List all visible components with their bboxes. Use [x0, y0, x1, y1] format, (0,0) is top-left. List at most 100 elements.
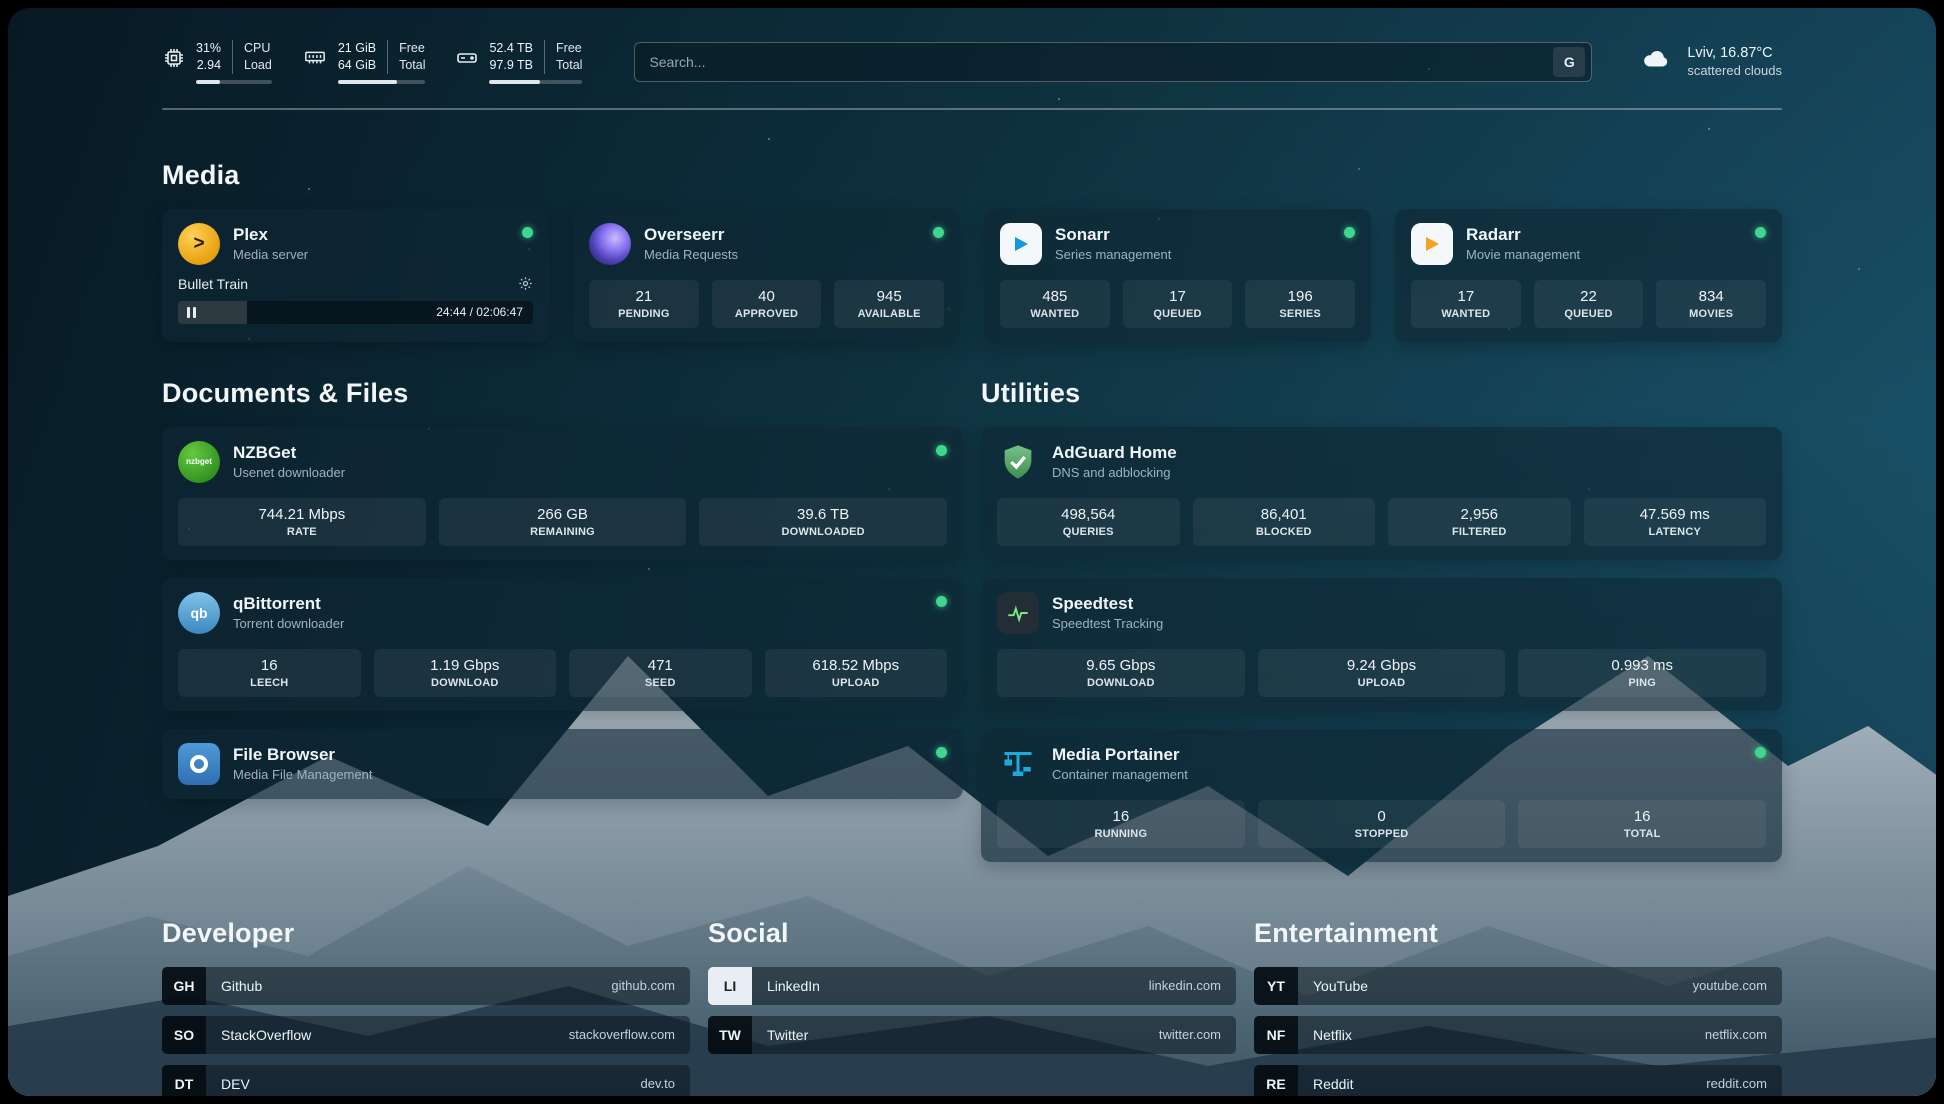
status-online-dot [936, 747, 947, 758]
stat-label: DOWNLOAD [378, 677, 553, 689]
ram-total-label: Total [399, 57, 425, 74]
stat-label: SEED [573, 677, 748, 689]
stat-upload: 9.24 Gbps UPLOAD [1258, 649, 1506, 697]
stat-value: 266 GB [443, 506, 683, 523]
bookmark-linkedin[interactable]: LI LinkedIn linkedin.com [708, 967, 1236, 1005]
stat-label: WANTED [1004, 308, 1106, 320]
app-name: qBittorrent [233, 594, 344, 614]
status-online-dot [522, 227, 533, 238]
stat-wanted: 485 WANTED [1000, 280, 1110, 328]
linkedin-badge: LI [708, 967, 752, 1005]
memory-icon [302, 46, 328, 73]
app-subtitle: Usenet downloader [233, 465, 345, 480]
section-utilities: Utilities [981, 378, 1782, 862]
section-media: Media Plex Media server Bullet Train [162, 160, 1782, 342]
stat-label: STOPPED [1262, 828, 1502, 840]
stat-label: APPROVED [716, 308, 818, 320]
app-subtitle: Media server [233, 247, 308, 262]
playback-progress-bar[interactable]: 24:44 / 02:06:47 [178, 301, 533, 324]
filebrowser-icon [178, 743, 220, 785]
pause-icon[interactable] [187, 307, 196, 318]
stat-upload: 618.52 Mbps UPLOAD [765, 649, 948, 697]
app-name: AdGuard Home [1052, 443, 1177, 463]
bookmark-dev[interactable]: DT DEV dev.to [162, 1065, 690, 1096]
search-input[interactable] [649, 54, 1553, 70]
bookmark-youtube[interactable]: YT YouTube youtube.com [1254, 967, 1782, 1005]
speedtest-icon [997, 592, 1039, 634]
filebrowser-card[interactable]: File Browser Media File Management [162, 729, 963, 799]
nzbget-icon [178, 441, 220, 483]
dashboard: 31% 2.94 CPU Load [8, 8, 1936, 1096]
stat-label: LATENCY [1588, 526, 1763, 538]
now-playing-title: Bullet Train [178, 276, 248, 292]
disk-total-label: Total [556, 57, 582, 74]
bookmark-url: youtube.com [1693, 978, 1767, 993]
app-subtitle: DNS and adblocking [1052, 465, 1177, 480]
stat-label: RUNNING [1001, 828, 1241, 840]
stat-rate: 744.21 Mbps RATE [178, 498, 426, 546]
status-online-dot [1755, 747, 1766, 758]
cpu-widget: 31% 2.94 CPU Load [162, 40, 272, 84]
search-engine-button[interactable]: G [1553, 47, 1585, 77]
bookmark-name: StackOverflow [221, 1027, 311, 1043]
app-name: Plex [233, 225, 308, 245]
bookmark-twitter[interactable]: TW Twitter twitter.com [708, 1016, 1236, 1054]
bookmark-github[interactable]: GH Github github.com [162, 967, 690, 1005]
app-name: Media Portainer [1052, 745, 1188, 765]
stat-available: 945 AVAILABLE [834, 280, 944, 328]
hard-drive-icon [455, 46, 479, 75]
disk-total-value: 97.9 TB [489, 57, 533, 74]
bookmark-name: YouTube [1313, 978, 1368, 994]
cpu-load-label: Load [244, 57, 272, 74]
cpu-label: CPU [244, 40, 272, 57]
developer-section-title: Developer [162, 918, 690, 949]
radarr-card[interactable]: Radarr Movie management 17 WANTED 22 QUE… [1395, 209, 1782, 342]
gear-icon[interactable] [518, 276, 533, 291]
cpu-icon [162, 46, 186, 75]
qbittorrent-card[interactable]: qBittorrent Torrent downloader 16 LEECH [162, 578, 963, 711]
status-online-dot [936, 596, 947, 607]
topbar-divider [162, 108, 1782, 110]
nzbget-card[interactable]: NZBGet Usenet downloader 744.21 Mbps RAT… [162, 427, 963, 560]
stat-value: 618.52 Mbps [769, 657, 944, 674]
stat-value: 39.6 TB [703, 506, 943, 523]
overseerr-card[interactable]: Overseerr Media Requests 21 PENDING 40 A… [573, 209, 960, 342]
bookmark-name: Twitter [767, 1027, 808, 1043]
stat-value: 834 [1660, 288, 1762, 305]
speedtest-card[interactable]: Speedtest Speedtest Tracking 9.65 Gbps D… [981, 578, 1782, 711]
status-online-dot [1755, 227, 1766, 238]
sonarr-card[interactable]: Sonarr Series management 485 WANTED 17 Q… [984, 209, 1371, 342]
twitter-badge: TW [708, 1016, 752, 1054]
stat-label: QUEUED [1538, 308, 1640, 320]
ram-free-value: 21 GiB [338, 40, 376, 57]
stat-value: 22 [1538, 288, 1640, 305]
stat-value: 16 [1522, 808, 1762, 825]
stat-latency: 47.569 ms LATENCY [1584, 498, 1767, 546]
stat-label: BLOCKED [1197, 526, 1372, 538]
youtube-badge: YT [1254, 967, 1298, 1005]
stat-queries: 498,564 QUERIES [997, 498, 1180, 546]
plex-card[interactable]: Plex Media server Bullet Train [162, 209, 549, 342]
overseerr-icon [589, 223, 631, 265]
stat-value: 21 [593, 288, 695, 305]
radarr-icon [1411, 223, 1453, 265]
adguard-card[interactable]: AdGuard Home DNS and adblocking 498,564 … [981, 427, 1782, 560]
cpu-progress-bar [196, 80, 272, 84]
stat-downloaded: 39.6 TB DOWNLOADED [699, 498, 947, 546]
bookmark-stackoverflow[interactable]: SO StackOverflow stackoverflow.com [162, 1016, 690, 1054]
stat-value: 9.65 Gbps [1001, 657, 1241, 674]
stat-value: 471 [573, 657, 748, 674]
stat-label: QUERIES [1001, 526, 1176, 538]
bookmark-netflix[interactable]: NF Netflix netflix.com [1254, 1016, 1782, 1054]
stat-value: 0 [1262, 808, 1502, 825]
stat-label: MOVIES [1660, 308, 1762, 320]
netflix-badge: NF [1254, 1016, 1298, 1054]
stat-value: 16 [1001, 808, 1241, 825]
portainer-card[interactable]: Media Portainer Container management 16 … [981, 729, 1782, 862]
weather-widget: Lviv, 16.87°C scattered clouds [1638, 44, 1782, 79]
ram-progress-fill [338, 80, 397, 84]
bookmark-reddit[interactable]: RE Reddit reddit.com [1254, 1065, 1782, 1096]
stat-queued: 17 QUEUED [1123, 280, 1233, 328]
stat-seed: 471 SEED [569, 649, 752, 697]
stat-download: 1.19 Gbps DOWNLOAD [374, 649, 557, 697]
